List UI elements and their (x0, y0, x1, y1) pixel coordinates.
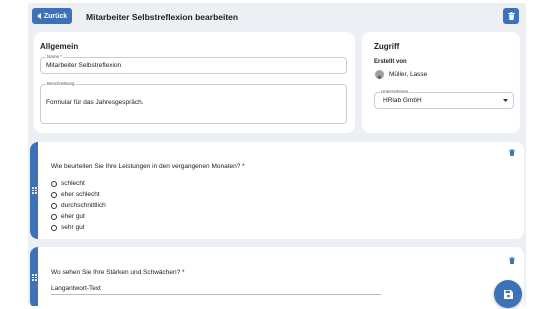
option-label: eher schlecht (61, 191, 100, 198)
trash-icon[interactable] (509, 149, 515, 156)
option-label: eher gut (61, 213, 85, 220)
app-window: Zurück Mitarbeiter Selbstreflexion bearb… (28, 3, 526, 306)
avatar (375, 70, 384, 79)
radio-option-durchschnittlich[interactable]: durchschnittlich (51, 202, 106, 209)
description-field-value: Formular für das Jahresgespräch. (46, 99, 144, 106)
radio-button[interactable] (51, 213, 57, 220)
description-field-label: Beschreibung (46, 81, 76, 87)
radio-button[interactable] (51, 180, 57, 187)
name-field-label: Name * (46, 54, 64, 60)
radio-button[interactable] (51, 224, 57, 231)
long-answer-placeholder: Langantwort-Text (51, 285, 101, 292)
general-title: Allgemein (40, 42, 79, 51)
company-select-label: Unternehmen (380, 89, 410, 95)
drag-handle-bar[interactable] (30, 247, 38, 306)
created-by-label: Erstellt von (374, 59, 407, 65)
option-label: schlecht (61, 180, 85, 187)
general-card: Allgemein Name * Mitarbeiter Selbstrefle… (34, 32, 355, 133)
radio-option-schlecht[interactable]: schlecht (51, 180, 85, 187)
answer-underline (51, 294, 381, 295)
creator-name: Müller, Lasse (389, 71, 428, 78)
top-bar: Zurück Mitarbeiter Selbstreflexion bearb… (28, 3, 526, 31)
trash-icon[interactable] (509, 257, 515, 264)
radio-option-sehr-gut[interactable]: sehr gut (51, 224, 85, 231)
name-field[interactable]: Name * Mitarbeiter Selbstreflexion (40, 54, 347, 74)
save-icon (503, 289, 513, 299)
question-card-1: Wie beurteilen Sie Ihre Leistungen in de… (30, 142, 524, 239)
chevron-down-icon (503, 99, 508, 102)
radio-button[interactable] (51, 202, 57, 209)
question-text: Wie beurteilen Sie Ihre Leistungen in de… (51, 163, 245, 170)
option-label: durchschnittlich (61, 202, 106, 209)
radio-option-eher-schlecht[interactable]: eher schlecht (51, 191, 100, 198)
option-label: sehr gut (61, 224, 85, 231)
delete-form-button[interactable] (503, 8, 519, 24)
radio-button[interactable] (51, 191, 57, 198)
back-button[interactable]: Zurück (32, 8, 72, 24)
question-card-2: Wo sehen Sie Ihre Stärken und Schwächen?… (30, 247, 524, 306)
description-field[interactable]: Beschreibung Formular für das Jahresgesp… (40, 81, 347, 124)
arrow-left-icon (36, 13, 41, 19)
access-title: Zugriff (374, 42, 400, 51)
drag-handle-icon[interactable] (32, 187, 37, 194)
question-text: Wo sehen Sie Ihre Stärken und Schwächen?… (51, 269, 185, 276)
page-title: Mitarbeiter Selbstreflexion bearbeiten (86, 12, 239, 22)
name-field-value: Mitarbeiter Selbstreflexion (46, 62, 122, 69)
radio-option-eher-gut[interactable]: eher gut (51, 213, 85, 220)
company-select-value: HRlab GmbH (383, 97, 422, 104)
company-select[interactable]: Unternehmen HRlab GmbH (374, 89, 514, 109)
back-button-label: Zurück (43, 12, 68, 20)
drag-handle-bar[interactable] (30, 142, 38, 239)
save-button[interactable] (494, 280, 522, 308)
trash-icon (507, 12, 515, 20)
drag-handle-icon[interactable] (32, 274, 37, 281)
access-card: Zugriff Erstellt von Müller, Lasse Unter… (362, 32, 520, 133)
